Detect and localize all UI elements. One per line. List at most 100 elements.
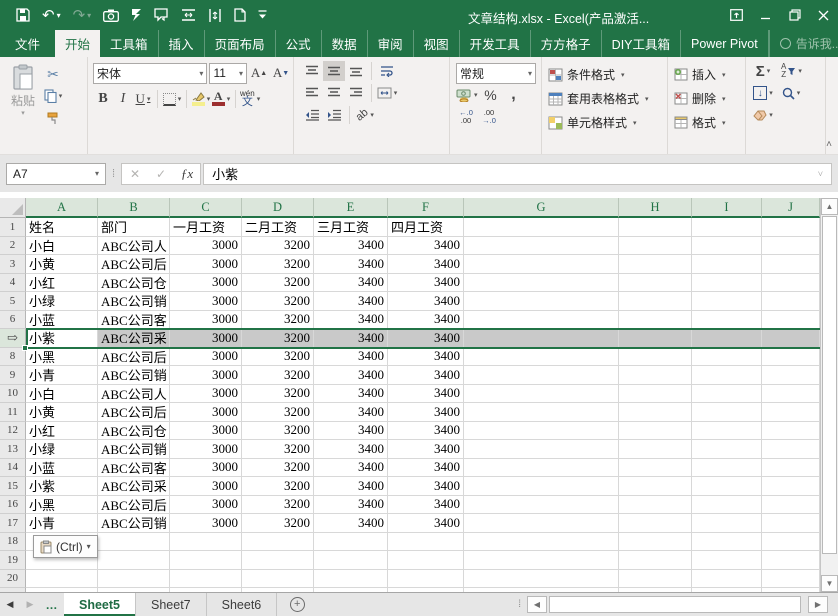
cell-I7[interactable] [692, 329, 762, 348]
cell-F12[interactable]: 3400 [388, 422, 464, 441]
cell-H11[interactable] [619, 403, 692, 422]
close-icon[interactable] [809, 0, 838, 30]
cell-G10[interactable] [464, 385, 619, 404]
cell-A14[interactable]: 小蓝 [26, 459, 98, 478]
column-header-G[interactable]: G [464, 198, 619, 218]
format-as-table-button[interactable]: 套用表格格式 [545, 87, 665, 110]
tab-scrollbar-splitter[interactable]: ⁞ [518, 599, 521, 610]
formula-input[interactable]: 小紫 ˅ [203, 163, 832, 185]
row-header-13[interactable]: 13 [0, 440, 26, 459]
accounting-format-icon[interactable] [456, 84, 478, 106]
decrease-decimal-icon[interactable]: .00→.0 [479, 106, 499, 128]
row-header-4[interactable]: 4 [0, 274, 26, 293]
cell-G3[interactable] [464, 255, 619, 274]
cell-B15[interactable]: ABC公司采 [98, 477, 170, 496]
cell-A7[interactable]: 小紫 [26, 329, 98, 348]
name-box[interactable]: A7 [6, 163, 106, 185]
cell-F14[interactable]: 3400 [388, 459, 464, 478]
cell-H15[interactable] [619, 477, 692, 496]
cell-D21[interactable] [242, 588, 314, 592]
cell-H4[interactable] [619, 274, 692, 293]
clear-icon[interactable] [753, 104, 773, 126]
cell-I17[interactable] [692, 514, 762, 533]
tab-Power Pivot[interactable]: Power Pivot [681, 30, 769, 57]
row-header-18[interactable]: 18 [0, 533, 26, 552]
cell-J8[interactable] [762, 348, 820, 367]
cell-H21[interactable] [619, 588, 692, 592]
cell-C17[interactable]: 3000 [170, 514, 242, 533]
cell-G11[interactable] [464, 403, 619, 422]
row-header-5[interactable]: 5 [0, 292, 26, 311]
cell-A12[interactable]: 小红 [26, 422, 98, 441]
cell-J10[interactable] [762, 385, 820, 404]
cell-E9[interactable]: 3400 [314, 366, 388, 385]
copy-icon[interactable] [43, 86, 63, 106]
ribbon-display-options-icon[interactable] [722, 0, 751, 30]
cell-G1[interactable] [464, 218, 619, 237]
cell-H19[interactable] [619, 551, 692, 570]
row-header-17[interactable]: 17 [0, 514, 26, 533]
expand-formula-bar-icon[interactable]: ˅ [818, 169, 823, 179]
cell-F9[interactable]: 3400 [388, 366, 464, 385]
cell-E21[interactable] [314, 588, 388, 592]
cell-styles-button[interactable]: 单元格样式 [545, 111, 665, 134]
font-size-combo[interactable]: 11 [209, 63, 247, 84]
row-header-3[interactable]: 3 [0, 255, 26, 274]
row-header-19[interactable]: 19 [0, 551, 26, 570]
cell-G2[interactable] [464, 237, 619, 256]
cell-F6[interactable]: 3400 [388, 311, 464, 330]
cell-D16[interactable]: 3200 [242, 496, 314, 515]
cell-F2[interactable]: 3400 [388, 237, 464, 256]
cell-I5[interactable] [692, 292, 762, 311]
cell-B17[interactable]: ABC公司销 [98, 514, 170, 533]
cell-A2[interactable]: 小白 [26, 237, 98, 256]
restore-icon[interactable] [780, 0, 809, 30]
cell-D10[interactable]: 3200 [242, 385, 314, 404]
cell-C5[interactable]: 3000 [170, 292, 242, 311]
cell-I21[interactable] [692, 588, 762, 592]
cell-E1[interactable]: 三月工资 [314, 218, 388, 237]
cell-G15[interactable] [464, 477, 619, 496]
cell-H2[interactable] [619, 237, 692, 256]
distribute-rows-icon[interactable] [175, 4, 202, 26]
cell-G4[interactable] [464, 274, 619, 293]
horizontal-scrollbar-thumb[interactable] [549, 596, 801, 613]
cell-J5[interactable] [762, 292, 820, 311]
cell-E19[interactable] [314, 551, 388, 570]
cell-D15[interactable]: 3200 [242, 477, 314, 496]
cell-B19[interactable] [98, 551, 170, 570]
scroll-left-icon[interactable]: ◀ [527, 596, 547, 613]
cell-F20[interactable] [388, 570, 464, 589]
cell-D12[interactable]: 3200 [242, 422, 314, 441]
more-sheets-icon[interactable]: … [40, 593, 64, 616]
row-header-21[interactable]: 21 [0, 588, 26, 592]
cell-A8[interactable]: 小黑 [26, 348, 98, 367]
cell-C3[interactable]: 3000 [170, 255, 242, 274]
cell-C11[interactable]: 3000 [170, 403, 242, 422]
font-color-icon[interactable]: A [211, 88, 231, 110]
cell-F19[interactable] [388, 551, 464, 570]
cell-A10[interactable]: 小白 [26, 385, 98, 404]
paste-options-button[interactable]: (Ctrl) [33, 535, 98, 558]
sheet-tab-Sheet7[interactable]: Sheet7 [136, 593, 207, 616]
cell-G20[interactable] [464, 570, 619, 589]
cell-E7[interactable]: 3400 [314, 329, 388, 348]
scroll-down-icon[interactable]: ▼ [821, 575, 838, 592]
cell-A9[interactable]: 小青 [26, 366, 98, 385]
cell-B20[interactable] [98, 570, 170, 589]
row-header-15[interactable]: 15 [0, 477, 26, 496]
vertical-scrollbar-thumb[interactable] [822, 216, 837, 554]
vertical-scrollbar[interactable]: ▲ ▼ [820, 198, 838, 592]
cell-J15[interactable] [762, 477, 820, 496]
cell-F1[interactable]: 四月工资 [388, 218, 464, 237]
cell-B16[interactable]: ABC公司后 [98, 496, 170, 515]
cell-C8[interactable]: 3000 [170, 348, 242, 367]
row-header-14[interactable]: 14 [0, 459, 26, 478]
tab-数据[interactable]: 数据 [322, 30, 368, 57]
cell-B9[interactable]: ABC公司销 [98, 366, 170, 385]
cell-G6[interactable] [464, 311, 619, 330]
number-format-combo[interactable]: 常规 [456, 63, 536, 84]
enter-icon[interactable]: ✓ [148, 167, 174, 181]
cell-E2[interactable]: 3400 [314, 237, 388, 256]
cell-A3[interactable]: 小黄 [26, 255, 98, 274]
